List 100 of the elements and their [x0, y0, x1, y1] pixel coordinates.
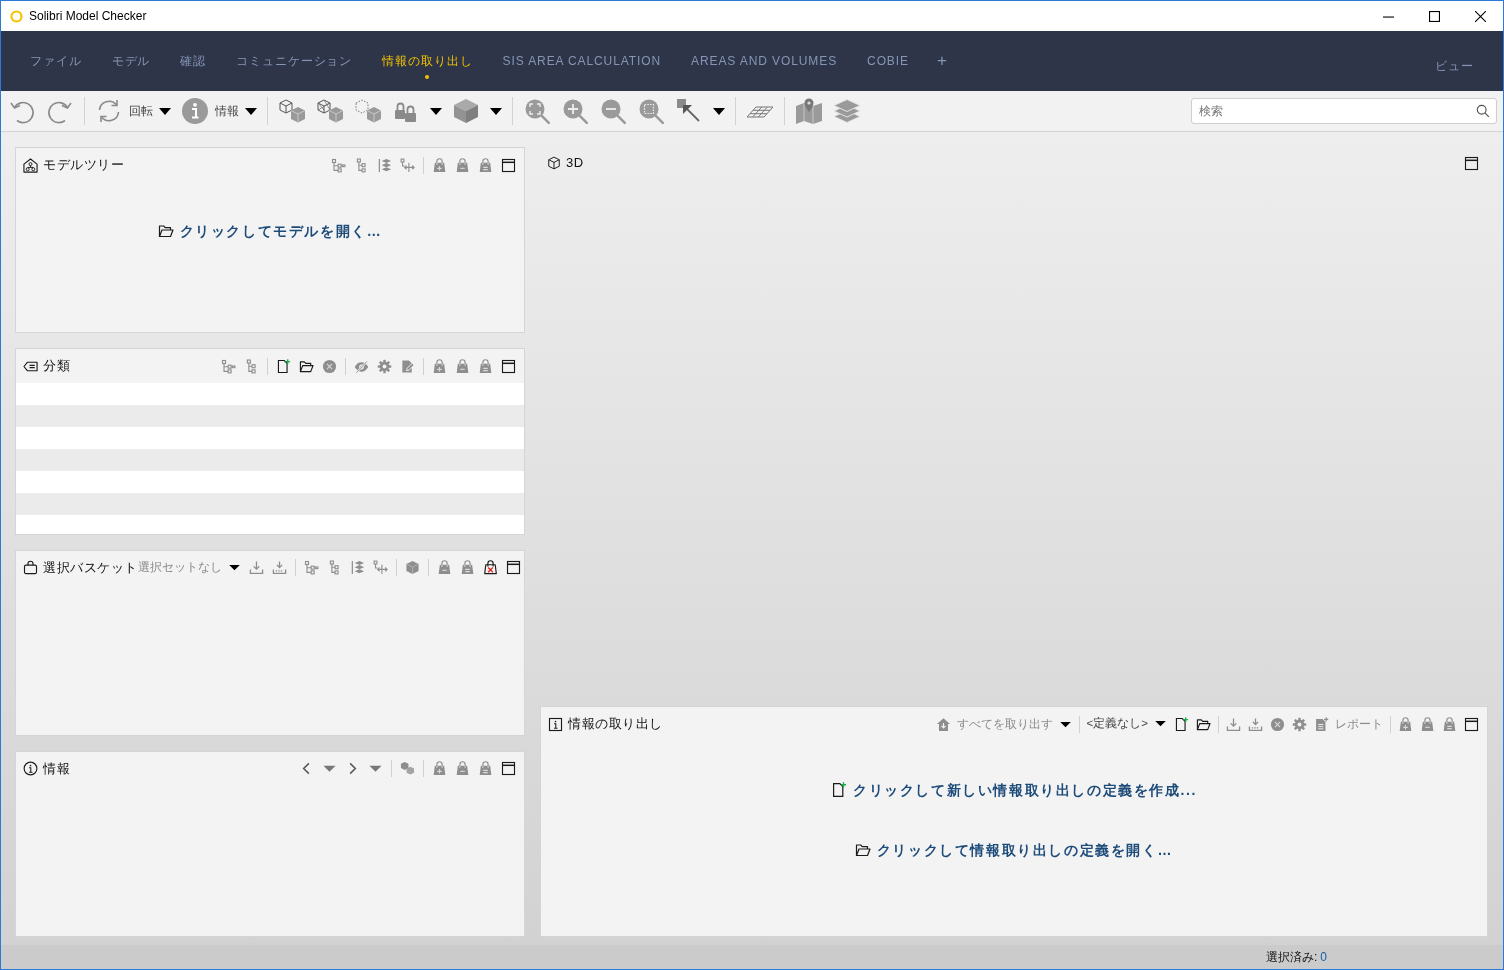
- cubes-icon[interactable]: [278, 97, 306, 125]
- bag-minus-icon[interactable]: [1420, 716, 1435, 732]
- definition-dropdown[interactable]: <定義なし>: [1086, 717, 1167, 731]
- dropdown-button[interactable]: 回転: [95, 97, 171, 125]
- ribbon-tab[interactable]: COBIE: [852, 31, 924, 91]
- selection-set-dropdown[interactable]: 選択セットなし: [137, 560, 241, 575]
- bag-plus-icon[interactable]: [432, 761, 447, 777]
- search-field[interactable]: 検索: [1191, 98, 1497, 124]
- window-icon[interactable]: [1464, 716, 1479, 732]
- view-menu[interactable]: ビュー: [1420, 31, 1489, 91]
- indicator-dot-icon: [425, 75, 430, 80]
- folder-icon: [157, 223, 174, 240]
- bag-icon: [23, 560, 38, 575]
- bag-lines-icon[interactable]: [478, 358, 493, 374]
- document-pencil-icon[interactable]: [400, 358, 415, 374]
- bag-x-icon[interactable]: [482, 560, 498, 575]
- status-value: 0: [1320, 949, 1327, 965]
- create-definition-link[interactable]: クリックして新しい情報取り出しの定義を作成...: [830, 782, 1198, 799]
- bag-lines-icon[interactable]: [1442, 716, 1457, 732]
- document-plus-icon[interactable]: [276, 358, 291, 374]
- bag-lines-icon[interactable]: [478, 157, 493, 173]
- caret-down-icon[interactable]: [245, 106, 257, 116]
- bag-minus-icon[interactable]: [455, 761, 470, 777]
- tree-list-icon[interactable]: [244, 358, 259, 374]
- maximize-icon[interactable]: [1428, 10, 1440, 22]
- layers-tree-icon[interactable]: [377, 157, 392, 173]
- download-tray-icon[interactable]: [248, 560, 264, 575]
- window-icon[interactable]: [501, 358, 516, 374]
- house-icon: [935, 716, 951, 732]
- bag-minus-icon[interactable]: [436, 560, 452, 575]
- document-plus-icon: [830, 782, 847, 799]
- ribbon-tab[interactable]: モデル: [96, 31, 166, 91]
- ribbon-tab[interactable]: 情報の取り出し: [367, 31, 488, 91]
- gear-icon[interactable]: [1292, 716, 1307, 732]
- search-icon[interactable]: [1476, 104, 1490, 118]
- folder-icon[interactable]: [299, 358, 314, 374]
- zoom-box-icon[interactable]: [637, 97, 665, 125]
- ribbon-tab[interactable]: AREAS AND VOLUMES: [676, 31, 853, 91]
- ribbon-tab[interactable]: SIS AREA CALCULATION: [487, 31, 677, 91]
- zoom-in-icon[interactable]: [561, 97, 589, 125]
- ribbon-tab[interactable]: コミュニケーション: [221, 31, 368, 91]
- window-icon[interactable]: [501, 761, 516, 777]
- bag-minus-icon[interactable]: [455, 157, 470, 173]
- info-square-icon: [548, 716, 563, 732]
- tree-list-icon[interactable]: [354, 157, 369, 173]
- panel-title: モデルツリー: [43, 157, 124, 173]
- download-tray-icon[interactable]: [1248, 716, 1263, 732]
- caret-down-icon[interactable]: [159, 106, 171, 116]
- info-circle-icon: [23, 761, 38, 777]
- panel-title: 情報: [43, 760, 70, 777]
- zoom-out-icon[interactable]: [599, 97, 627, 125]
- ribbon-tab[interactable]: 確認: [165, 31, 222, 91]
- window-icon[interactable]: [1464, 155, 1479, 171]
- add-tab-button[interactable]: +: [923, 31, 960, 91]
- open-model-link[interactable]: クリックしてモデルを開く…: [157, 223, 383, 240]
- download-tray-icon[interactable]: [271, 560, 287, 575]
- hierarchy-icon[interactable]: [221, 358, 236, 374]
- tree-arrows-icon[interactable]: [372, 560, 388, 575]
- x-circle-icon[interactable]: [322, 358, 337, 374]
- bag-lines-icon[interactable]: [478, 761, 493, 777]
- info-circle-icon[interactable]: [181, 97, 209, 125]
- ribbon-tab[interactable]: ファイル: [15, 31, 97, 91]
- download-tray-icon[interactable]: [1226, 716, 1241, 732]
- open-definition-link[interactable]: クリックして情報取り出しの定義を開く…: [854, 841, 1174, 859]
- window-icon[interactable]: [501, 157, 516, 173]
- view-title: 3D: [566, 155, 584, 171]
- cubes-icon[interactable]: [400, 761, 415, 777]
- bag-minus-icon[interactable]: [455, 358, 470, 374]
- house-hierarchy-icon: [23, 157, 38, 173]
- document-plus-icon[interactable]: [1174, 716, 1189, 732]
- x-circle-icon[interactable]: [1270, 716, 1285, 732]
- close-icon[interactable]: [1474, 10, 1486, 22]
- caret-down-icon[interactable]: [430, 106, 442, 116]
- tree-arrows-icon[interactable]: [400, 157, 415, 173]
- hierarchy-icon[interactable]: [303, 560, 319, 575]
- eye-slash-icon[interactable]: [354, 358, 369, 374]
- cubes-icon[interactable]: [354, 97, 382, 125]
- layers-tree-icon[interactable]: [349, 560, 365, 575]
- window-icon[interactable]: [505, 560, 521, 575]
- hierarchy-icon[interactable]: [331, 157, 346, 173]
- caret-down-icon[interactable]: [713, 106, 725, 116]
- map-pin-icon[interactable]: [795, 97, 823, 125]
- caret-down-icon[interactable]: [490, 106, 502, 116]
- status-label: 選択済み:: [1265, 949, 1318, 965]
- panel-title: 情報の取り出し: [568, 716, 663, 732]
- folder-icon[interactable]: [1196, 716, 1211, 732]
- bag-plus-icon[interactable]: [432, 358, 447, 374]
- bag-plus-icon[interactable]: [432, 157, 447, 173]
- panel-title: 選択バスケット: [43, 559, 138, 576]
- window-title: Solibri Model Checker: [29, 8, 147, 24]
- bag-plus-icon[interactable]: [1398, 716, 1413, 732]
- cubes-icon[interactable]: [316, 97, 344, 125]
- cube-icon[interactable]: [452, 97, 480, 125]
- dropdown-button[interactable]: 情報: [181, 97, 257, 125]
- layers-icon[interactable]: [833, 97, 861, 125]
- bag-lines-icon[interactable]: [459, 560, 475, 575]
- cube-outline-icon: [547, 156, 561, 170]
- gear-icon[interactable]: [377, 358, 392, 374]
- zoom-fit-icon[interactable]: [523, 97, 551, 125]
- cube-icon[interactable]: [404, 560, 420, 575]
